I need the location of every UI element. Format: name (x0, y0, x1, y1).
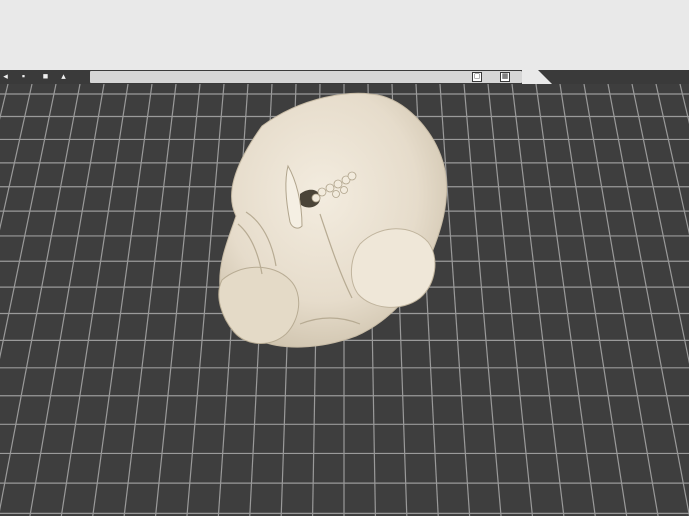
3d-viewport[interactable] (0, 84, 689, 516)
square-icon[interactable]: ■ (40, 71, 51, 82)
printer-icon[interactable]: ▴ (58, 71, 69, 82)
chevron-icon[interactable]: ◂ (0, 71, 11, 82)
grid-icon[interactable]: ▦ (500, 72, 510, 82)
skull-orbit (351, 228, 436, 308)
top-empty-area (0, 0, 689, 70)
camera-icon[interactable]: ▪ (18, 71, 29, 82)
skull-model[interactable] (0, 84, 689, 516)
toolbar-panel: ▢ ▦ (90, 71, 522, 83)
skull-jaw (218, 266, 300, 344)
frame-icon[interactable]: ▢ (472, 72, 482, 82)
